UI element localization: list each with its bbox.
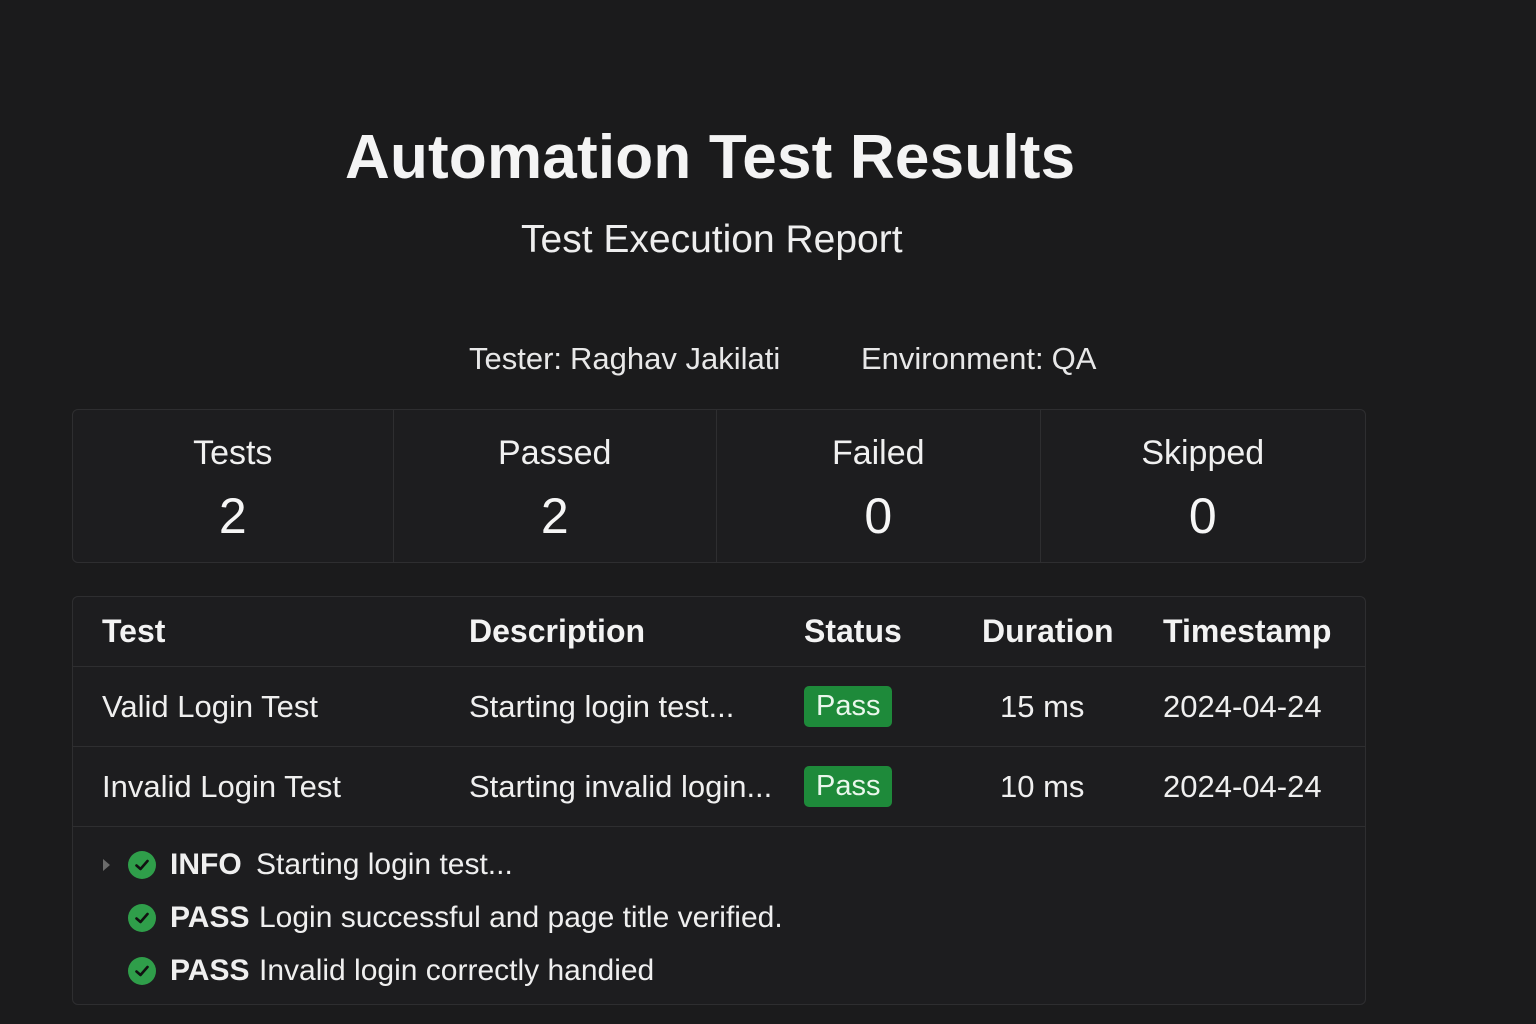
test-description: Starting invalid login... [469,768,773,804]
status-badge: Pass [804,686,893,727]
stat-label: Failed [831,434,925,472]
log-message: Invalid login correctly handied [259,954,655,987]
stat-value: 2 [540,488,569,544]
test-timestamp: 2024-04-24 [1163,688,1322,724]
test-description: Starting login test... [469,688,735,724]
summary-stats: Tests 2 Passed 2 Failed 0 Skipped 0 [72,409,1366,563]
log-entry[interactable]: INFO Starting login test... [73,845,1363,885]
tester-value: Raghav Jakilati [570,341,781,376]
test-name: Invalid Login Test [102,768,341,804]
stat-failed: Failed 0 [717,410,1041,562]
report-page: Automation Test Results Test Execution R… [0,0,1536,1024]
check-circle-icon [128,904,156,932]
test-timestamp: 2024-04-24 [1163,768,1322,804]
check-circle-icon [128,851,156,879]
column-header-timestamp[interactable]: Timestamp [1163,597,1331,666]
stat-skipped: Skipped 0 [1041,410,1366,562]
stat-value: 2 [218,488,247,544]
log-message: Starting login test... [256,848,513,881]
status-cell: Pass [804,747,893,826]
stat-label: Skipped [1141,434,1265,472]
status-cell: Pass [804,667,893,746]
log-message: Login successful and page title verified… [259,901,783,934]
log-entry: PASS Login successful and page title ver… [73,898,1363,938]
table-row[interactable]: Valid Login Test Starting login test... … [73,667,1365,747]
stat-label: Tests [193,434,273,472]
environment-label: Environment: [861,341,1044,376]
table-row[interactable]: Invalid Login Test Starting invalid logi… [73,747,1365,827]
environment-value: QA [1051,341,1097,376]
stat-passed: Passed 2 [394,410,717,562]
column-header-test[interactable]: Test [102,597,165,666]
log-level: INFO [170,848,242,881]
test-duration: 10 ms [1000,768,1085,804]
check-circle-icon [128,957,156,985]
column-header-duration[interactable]: Duration [982,597,1114,666]
page-title: Automation Test Results [345,123,1076,192]
tester-info: Tester: Raghav Jakilati [469,338,780,380]
tester-label: Tester: [469,341,563,376]
test-duration: 15 ms [1000,688,1085,724]
column-header-status[interactable]: Status [804,597,902,666]
expand-caret-icon[interactable] [103,859,110,871]
column-header-description[interactable]: Description [469,597,645,666]
environment-info: Environment: QA [861,338,1096,380]
page-subtitle: Test Execution Report [521,218,903,261]
stat-tests: Tests 2 [73,410,394,562]
log-level: PASS [170,901,250,934]
stat-value: 0 [864,488,893,544]
table-header: Test Description Status Duration Timesta… [73,597,1365,667]
status-badge: Pass [804,766,893,807]
log-entry: PASS Invalid login correctly handied [73,951,1363,991]
test-name: Valid Login Test [102,688,319,724]
stat-value: 0 [1188,488,1217,544]
results-table: Test Description Status Duration Timesta… [72,596,1366,1005]
log-level: PASS [170,954,250,987]
stat-label: Passed [498,434,612,472]
